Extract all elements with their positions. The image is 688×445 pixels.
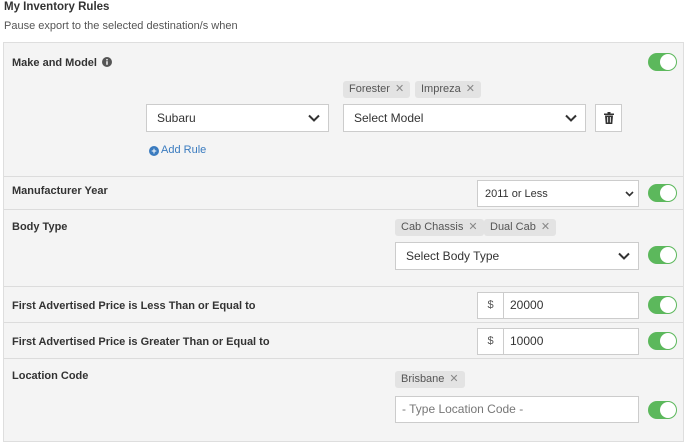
delete-rule-button[interactable] bbox=[595, 104, 622, 132]
toggle-knob bbox=[660, 54, 676, 70]
make-model-toggle[interactable] bbox=[648, 53, 677, 71]
price-min-toggle[interactable] bbox=[648, 332, 677, 350]
price-min-input-group: $ 10000 bbox=[477, 328, 639, 355]
close-icon[interactable]: ✕ bbox=[468, 219, 477, 236]
make-model-label-text: Make and Model bbox=[12, 57, 97, 69]
trash-icon bbox=[604, 112, 614, 124]
add-rule-label: Add Rule bbox=[161, 144, 207, 156]
rules-panel: Make and Model Forester ✕ Impreza ✕ Subaru… bbox=[3, 42, 684, 442]
location-tag-brisbane: Brisbane ✕ bbox=[395, 371, 465, 388]
rule-price-min: First Advertised Price is Greater Than o… bbox=[4, 323, 683, 359]
model-select[interactable]: Select Model bbox=[343, 104, 586, 132]
price-max-input[interactable]: 20000 bbox=[504, 293, 638, 318]
location-code-label: Location Code bbox=[12, 370, 89, 382]
body-type-label: Body Type bbox=[12, 221, 68, 233]
body-type-tag-dual-cab: Dual Cab ✕ bbox=[484, 219, 557, 236]
currency-addon: $ bbox=[478, 293, 504, 318]
close-icon[interactable]: ✕ bbox=[466, 81, 475, 98]
toggle-knob bbox=[660, 333, 676, 349]
make-model-label: Make and Model bbox=[12, 57, 113, 70]
make-select[interactable]: Subaru bbox=[146, 104, 329, 132]
rule-manufacturer-year: Manufacturer Year 2011 or Less bbox=[4, 177, 683, 210]
model-tag-label: Forester bbox=[349, 83, 390, 95]
rule-price-max: First Advertised Price is Less Than or E… bbox=[4, 287, 683, 323]
currency-addon: $ bbox=[478, 329, 504, 354]
close-icon[interactable]: ✕ bbox=[541, 219, 550, 236]
body-type-tag-label: Cab Chassis bbox=[401, 221, 464, 233]
manufacturer-year-select[interactable]: 2011 or Less bbox=[477, 180, 639, 207]
model-tag-impreza: Impreza ✕ bbox=[415, 81, 481, 98]
price-min-input[interactable]: 10000 bbox=[504, 329, 638, 354]
price-max-toggle[interactable] bbox=[648, 296, 677, 314]
close-icon[interactable]: ✕ bbox=[449, 371, 458, 388]
location-code-input[interactable]: - Type Location Code - bbox=[395, 396, 639, 423]
rule-body-type: Body Type Cab Chassis ✕ Dual Cab ✕ Select … bbox=[4, 210, 683, 287]
body-type-tag-label: Dual Cab bbox=[490, 221, 536, 233]
toggle-knob bbox=[660, 247, 676, 263]
manufacturer-year-toggle[interactable] bbox=[648, 184, 677, 202]
body-type-toggle[interactable] bbox=[648, 246, 677, 264]
chevron-down-icon bbox=[625, 188, 634, 200]
chevron-down-icon bbox=[308, 111, 320, 125]
page-subtitle: Pause export to the selected destination… bbox=[4, 20, 238, 32]
close-icon[interactable]: ✕ bbox=[395, 81, 404, 98]
body-type-tag-cab-chassis: Cab Chassis ✕ bbox=[395, 219, 484, 236]
price-min-label: First Advertised Price is Greater Than o… bbox=[12, 336, 270, 348]
toggle-knob bbox=[660, 297, 676, 313]
body-type-placeholder: Select Body Type bbox=[406, 249, 500, 263]
manufacturer-year-label: Manufacturer Year bbox=[12, 185, 108, 197]
rule-make-model: Make and Model Forester ✕ Impreza ✕ Subaru… bbox=[4, 43, 683, 177]
toggle-knob bbox=[660, 402, 676, 418]
info-circle-icon[interactable] bbox=[102, 57, 113, 70]
price-max-label: First Advertised Price is Less Than or E… bbox=[12, 300, 256, 312]
rule-location-code: Location Code Brisbane ✕ - Type Location … bbox=[4, 359, 683, 443]
chevron-down-icon bbox=[618, 249, 630, 263]
page-title: My Inventory Rules bbox=[4, 1, 110, 13]
model-tag-label: Impreza bbox=[421, 83, 461, 95]
chevron-down-icon bbox=[565, 111, 577, 125]
toggle-knob bbox=[660, 185, 676, 201]
model-tag-forester: Forester ✕ bbox=[343, 81, 411, 98]
manufacturer-year-value: 2011 or Less bbox=[485, 187, 548, 200]
model-select-placeholder: Select Model bbox=[354, 111, 424, 125]
location-tag-label: Brisbane bbox=[401, 373, 445, 385]
add-rule-link[interactable]: + Add Rule bbox=[149, 144, 206, 156]
make-select-value: Subaru bbox=[157, 111, 196, 125]
plus-circle-icon: + bbox=[149, 146, 159, 156]
body-type-select[interactable]: Select Body Type bbox=[395, 242, 639, 270]
price-max-input-group: $ 20000 bbox=[477, 292, 639, 319]
location-code-toggle[interactable] bbox=[648, 401, 677, 419]
